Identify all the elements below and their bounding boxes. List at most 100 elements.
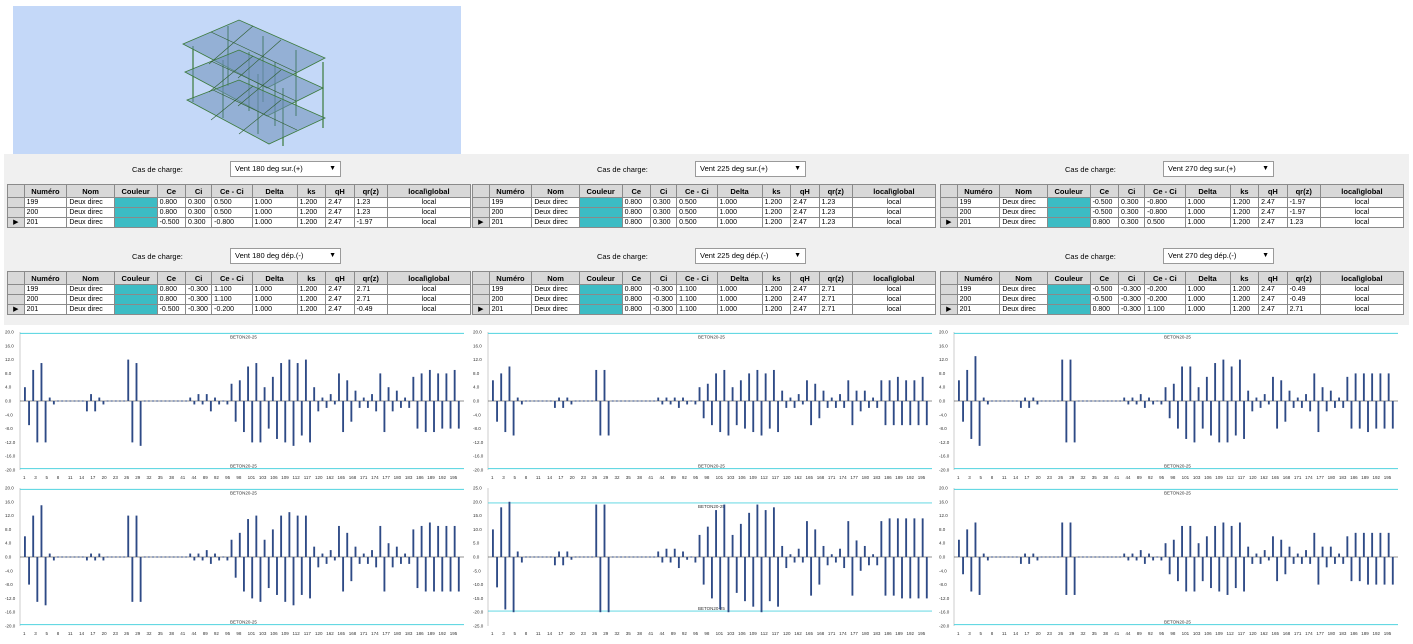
column-header[interactable]: Couleur bbox=[1046, 271, 1091, 285]
cell-num[interactable]: 199 bbox=[23, 284, 68, 295]
color-swatch-cell[interactable] bbox=[1046, 207, 1091, 218]
cell-ceci[interactable]: 1.100 bbox=[211, 284, 253, 295]
load-parameters-table[interactable]: Numéro Nom Couleur Ce Ci Ce - Ci Delta ks qH qr(z… bbox=[7, 271, 472, 315]
color-swatch-cell[interactable] bbox=[1046, 284, 1091, 295]
cell-num[interactable]: 200 bbox=[488, 294, 533, 305]
column-header[interactable]: Numéro bbox=[956, 271, 1001, 285]
cell-qr[interactable]: 1.23 bbox=[353, 207, 388, 218]
cell-ce[interactable]: -0.500 bbox=[1089, 197, 1120, 208]
cell-ks[interactable]: 1.200 bbox=[1229, 284, 1260, 295]
cell-ceci[interactable]: 0.500 bbox=[211, 207, 253, 218]
cell-ce[interactable]: 0.800 bbox=[156, 284, 187, 295]
row-selector[interactable] bbox=[7, 197, 25, 208]
cell-qh[interactable]: 2.47 bbox=[790, 207, 820, 218]
column-header[interactable]: ks bbox=[296, 271, 327, 285]
column-header[interactable]: Ce - Ci bbox=[211, 184, 253, 198]
cell-nom[interactable]: Deux direc bbox=[66, 207, 115, 218]
cell-ce[interactable]: 0.800 bbox=[621, 284, 652, 295]
cell-ks[interactable]: 1.200 bbox=[761, 294, 792, 305]
column-header[interactable]: Ce bbox=[621, 271, 652, 285]
cell-num[interactable]: 200 bbox=[488, 207, 533, 218]
cell-nom[interactable]: Deux direc bbox=[66, 197, 115, 208]
table-row[interactable]: 199 Deux direc -0.500 0.300 -0.800 1.000 1.200… bbox=[940, 197, 1405, 208]
cell-ci[interactable]: 0.300 bbox=[650, 217, 678, 228]
table-row[interactable]: 199 Deux direc -0.500 -0.300 -0.200 1.000 1.20… bbox=[940, 284, 1405, 295]
column-header[interactable]: Ce - Ci bbox=[676, 271, 718, 285]
row-selector[interactable] bbox=[7, 294, 25, 305]
cell-num[interactable]: 199 bbox=[956, 284, 1001, 295]
load-parameters-table[interactable]: Numéro Nom Couleur Ce Ci Ce - Ci Delta ks qH qr(z… bbox=[940, 271, 1405, 315]
cell-qh[interactable]: 2.47 bbox=[790, 284, 820, 295]
load-case-dropdown[interactable]: Vent 270 deg sur.(+) ▼ bbox=[1163, 161, 1274, 177]
cell-ce[interactable]: 0.800 bbox=[1089, 217, 1120, 228]
cell-ceci[interactable]: 1.100 bbox=[676, 294, 718, 305]
cell-lg[interactable]: local bbox=[386, 217, 472, 228]
column-header[interactable]: Numéro bbox=[488, 271, 533, 285]
column-header[interactable]: Ce bbox=[1089, 271, 1120, 285]
cell-ceci[interactable]: 0.500 bbox=[676, 217, 718, 228]
cell-nom[interactable]: Deux direc bbox=[66, 217, 115, 228]
cell-qh[interactable]: 2.47 bbox=[325, 284, 355, 295]
column-header[interactable]: local\global bbox=[386, 271, 472, 285]
cell-lg[interactable]: local bbox=[1319, 207, 1405, 218]
cell-ci[interactable]: -0.300 bbox=[185, 304, 213, 315]
current-row-indicator[interactable]: ▶ bbox=[472, 304, 490, 315]
column-header[interactable]: Ci bbox=[1118, 271, 1146, 285]
cell-num[interactable]: 199 bbox=[956, 197, 1001, 208]
cell-ci[interactable]: -0.300 bbox=[1118, 284, 1146, 295]
column-header[interactable]: Ce bbox=[156, 184, 187, 198]
cell-nom[interactable]: Deux direc bbox=[66, 284, 115, 295]
cell-ce[interactable]: 0.800 bbox=[156, 197, 187, 208]
cell-qh[interactable]: 2.47 bbox=[790, 294, 820, 305]
cell-ceci[interactable]: 1.100 bbox=[211, 294, 253, 305]
column-header[interactable]: Ce - Ci bbox=[1144, 271, 1186, 285]
cell-ci[interactable]: 0.300 bbox=[1118, 217, 1146, 228]
cell-ceci[interactable]: -0.800 bbox=[1144, 207, 1186, 218]
table-row[interactable]: ▶ 201 Deux direc -0.500 -0.300 -0.200 1.000 1.2… bbox=[7, 304, 472, 315]
table-row[interactable]: 199 Deux direc 0.800 -0.300 1.100 1.000 1.200 2… bbox=[472, 284, 937, 295]
color-swatch-cell[interactable] bbox=[113, 217, 158, 228]
column-header[interactable]: Ci bbox=[650, 184, 678, 198]
cell-num[interactable]: 199 bbox=[23, 197, 68, 208]
cell-lg[interactable]: local bbox=[1319, 304, 1405, 315]
cell-ks[interactable]: 1.200 bbox=[296, 294, 327, 305]
cell-ceci[interactable]: -0.200 bbox=[211, 304, 253, 315]
column-header[interactable]: Delta bbox=[716, 271, 763, 285]
cell-ci[interactable]: 0.300 bbox=[650, 207, 678, 218]
cell-delta[interactable]: 1.000 bbox=[716, 197, 763, 208]
color-swatch-cell[interactable] bbox=[113, 207, 158, 218]
cell-lg[interactable]: local bbox=[386, 197, 472, 208]
column-header[interactable]: Delta bbox=[251, 271, 298, 285]
chevron-down-icon[interactable]: ▼ bbox=[1262, 162, 1269, 176]
cell-lg[interactable]: local bbox=[386, 284, 472, 295]
cell-qr[interactable]: 2.71 bbox=[818, 294, 853, 305]
cell-qr[interactable]: -0.49 bbox=[1286, 294, 1321, 305]
cell-ks[interactable]: 1.200 bbox=[296, 304, 327, 315]
table-row[interactable]: 200 Deux direc -0.500 -0.300 -0.200 1.000 1.20… bbox=[940, 294, 1405, 305]
column-header[interactable]: Ce - Ci bbox=[676, 184, 718, 198]
cell-lg[interactable]: local bbox=[851, 304, 937, 315]
chevron-down-icon[interactable]: ▼ bbox=[329, 162, 336, 176]
cell-ci[interactable]: 0.300 bbox=[650, 197, 678, 208]
cell-lg[interactable]: local bbox=[851, 294, 937, 305]
table-row[interactable]: 200 Deux direc 0.800 -0.300 1.100 1.000 1.200 2… bbox=[472, 294, 937, 305]
cell-delta[interactable]: 1.000 bbox=[1184, 217, 1231, 228]
cell-nom[interactable]: Deux direc bbox=[531, 197, 580, 208]
cell-nom[interactable]: Deux direc bbox=[999, 294, 1048, 305]
color-swatch-cell[interactable] bbox=[113, 197, 158, 208]
column-header[interactable]: qr(z) bbox=[818, 184, 853, 198]
cell-delta[interactable]: 1.000 bbox=[716, 217, 763, 228]
cell-qh[interactable]: 2.47 bbox=[325, 294, 355, 305]
cell-qr[interactable]: 1.23 bbox=[818, 197, 853, 208]
cell-lg[interactable]: local bbox=[1319, 197, 1405, 208]
current-row-indicator[interactable]: ▶ bbox=[940, 304, 958, 315]
cell-ceci[interactable]: -0.200 bbox=[1144, 284, 1186, 295]
column-header[interactable]: Couleur bbox=[578, 184, 623, 198]
column-header[interactable]: Numéro bbox=[956, 184, 1001, 198]
cell-qr[interactable]: 2.71 bbox=[818, 284, 853, 295]
cell-delta[interactable]: 1.000 bbox=[1184, 197, 1231, 208]
cell-lg[interactable]: local bbox=[851, 197, 937, 208]
cell-nom[interactable]: Deux direc bbox=[999, 207, 1048, 218]
load-case-dropdown[interactable]: Vent 270 deg dép.(-) ▼ bbox=[1163, 248, 1274, 264]
cell-num[interactable]: 200 bbox=[956, 294, 1001, 305]
